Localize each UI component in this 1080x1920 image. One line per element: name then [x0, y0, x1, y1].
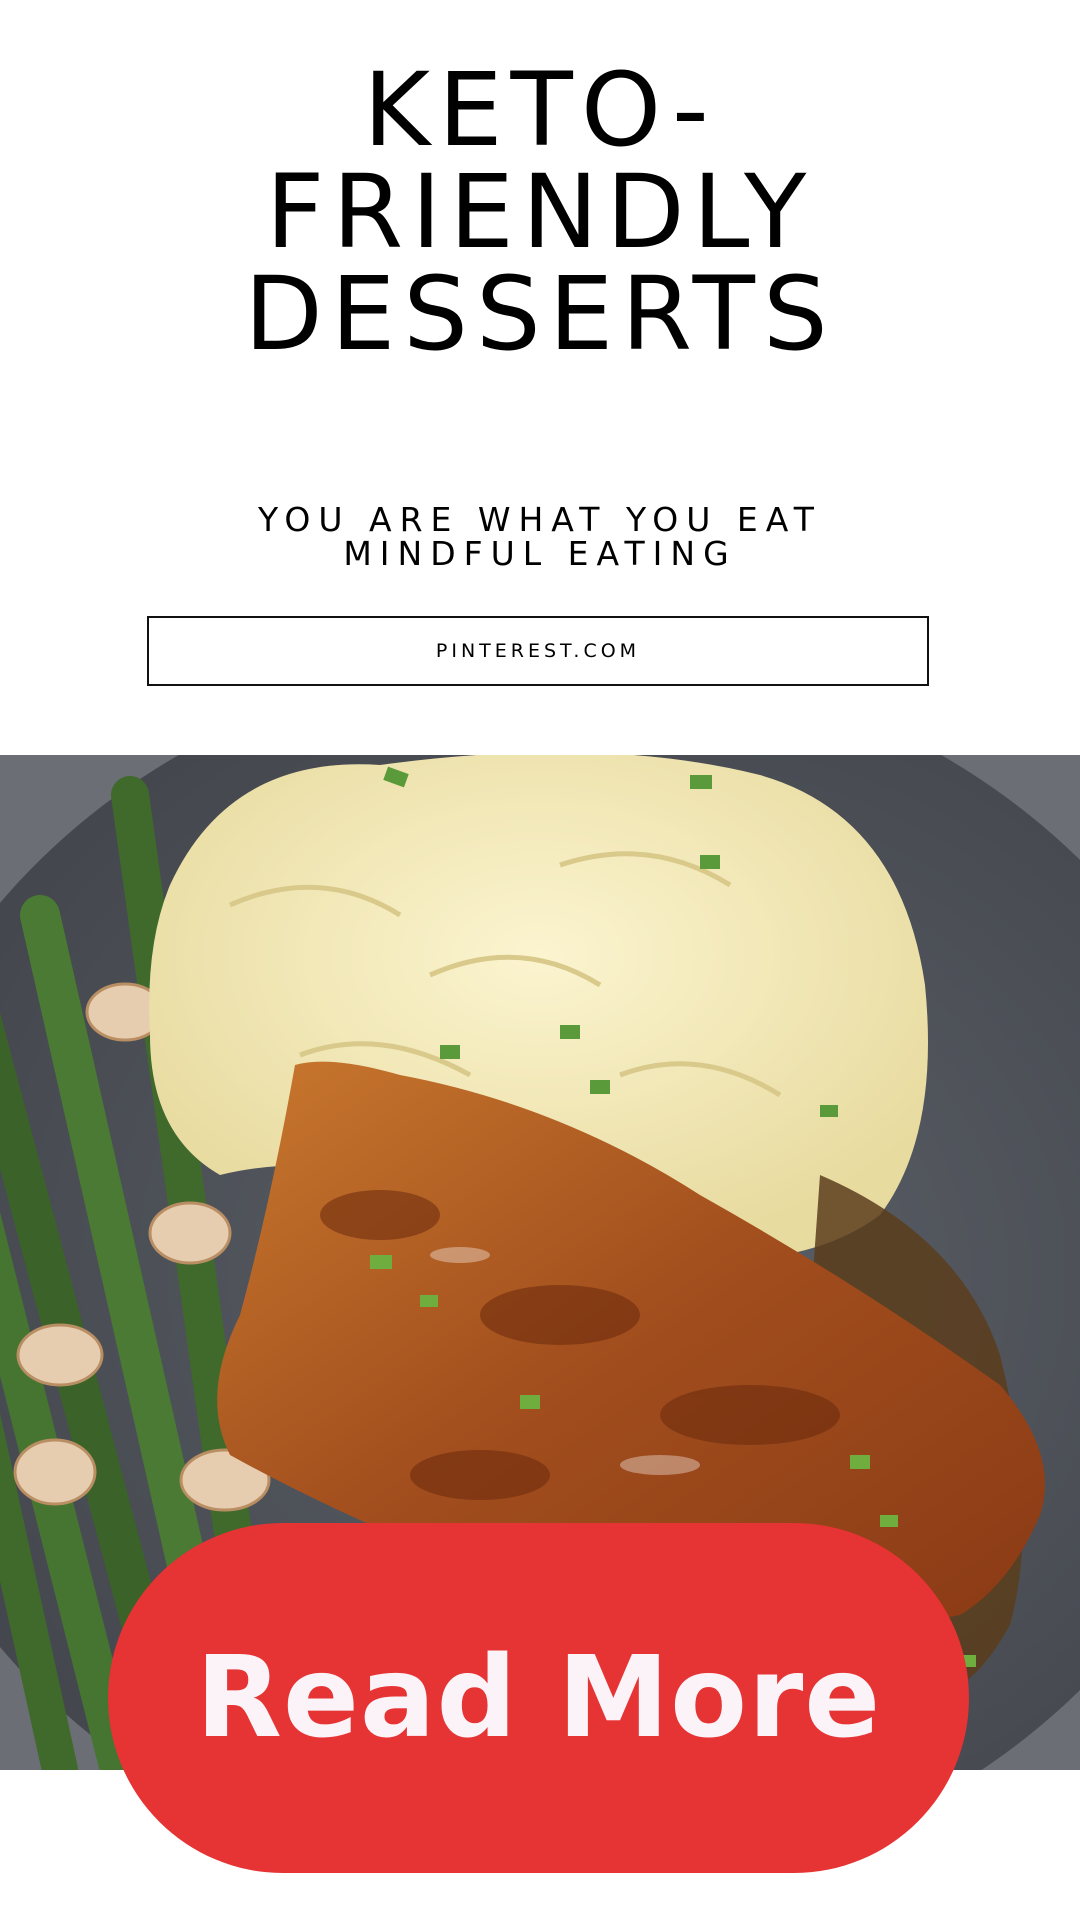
tagline: YOU ARE WHAT YOU EAT MINDFUL EATING — [0, 503, 1080, 571]
page-title: KETO- FRIENDLY DESSERTS — [0, 60, 1080, 366]
tagline-line-1: YOU ARE WHAT YOU EAT — [258, 500, 822, 539]
title-line-2: FRIENDLY — [265, 153, 815, 272]
source-link[interactable]: PINTEREST.COM — [147, 616, 929, 686]
source-label: PINTEREST.COM — [435, 640, 641, 662]
read-more-label: Read More — [195, 1633, 882, 1763]
title-line-1: KETO- — [363, 51, 717, 170]
read-more-button[interactable]: Read More — [108, 1523, 969, 1873]
tagline-line-2: MINDFUL EATING — [343, 534, 737, 573]
title-line-3: DESSERTS — [244, 255, 836, 374]
